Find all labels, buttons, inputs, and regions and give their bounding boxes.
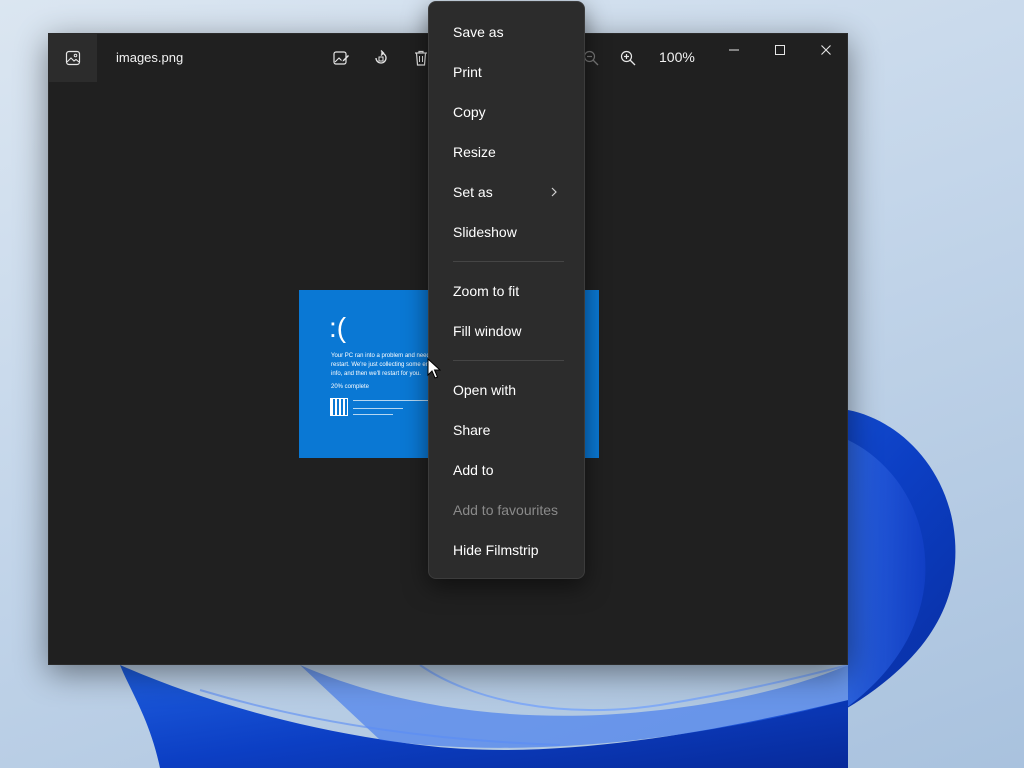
maximize-button[interactable] [757, 34, 803, 66]
menu-item-add-to[interactable]: Add to [433, 452, 580, 488]
rotate-button[interactable] [367, 44, 395, 72]
bsod-sad-face: :( [329, 312, 347, 343]
edit-image-icon [333, 51, 349, 65]
photos-app-icon[interactable] [49, 34, 97, 82]
maximize-icon [775, 45, 785, 55]
close-button[interactable] [803, 34, 849, 66]
menu-separator [453, 261, 564, 262]
zoom-level[interactable]: 100% [659, 49, 695, 65]
edit-image-button[interactable] [327, 44, 355, 72]
bsod-progress: 20% complete [331, 384, 370, 390]
menu-item-fill-window[interactable]: Fill window [433, 313, 580, 349]
mouse-cursor-icon [427, 358, 441, 379]
rotate-icon [375, 50, 387, 64]
bsod-detail-line [353, 414, 393, 415]
menu-item-set-as[interactable]: Set as [433, 174, 580, 210]
minimize-button[interactable] [711, 34, 757, 66]
menu-item-print[interactable]: Print [433, 54, 580, 90]
desktop: images.png 100%:(Your PC ran into a pr… [0, 0, 1024, 768]
menu-item-set-as-label: Set as [453, 184, 493, 200]
menu-separator [453, 360, 564, 361]
bsod-detail-line [353, 400, 433, 401]
menu-item-share[interactable]: Share [433, 412, 580, 448]
zoom-in-button[interactable] [614, 44, 642, 72]
bsod-message: Your PC ran into a problem and needs to … [331, 353, 440, 377]
menu-item-resize[interactable]: Resize [433, 134, 580, 170]
menu-item-copy[interactable]: Copy [433, 94, 580, 130]
image-icon [65, 50, 81, 66]
menu-item-zoom-to-fit[interactable]: Zoom to fit [433, 273, 580, 309]
menu-item-slideshow[interactable]: Slideshow [433, 214, 580, 250]
menu-item-save-as[interactable]: Save as [433, 14, 580, 50]
file-name: images.png [116, 50, 184, 65]
qr-code-icon [330, 398, 348, 416]
zoom-in-icon [620, 50, 636, 66]
chevron-right-icon [551, 187, 557, 197]
menu-item-add-to-favourites: Add to favourites [453, 502, 559, 518]
context-menu: Save as Print Copy Resize Set as Slidesh… [428, 1, 585, 579]
close-icon [821, 45, 831, 55]
minimize-icon [729, 49, 739, 51]
menu-item-hide-filmstrip[interactable]: Hide Filmstrip [433, 532, 580, 568]
bsod-detail-line [353, 408, 403, 409]
menu-item-open-with[interactable]: Open with [433, 372, 580, 408]
